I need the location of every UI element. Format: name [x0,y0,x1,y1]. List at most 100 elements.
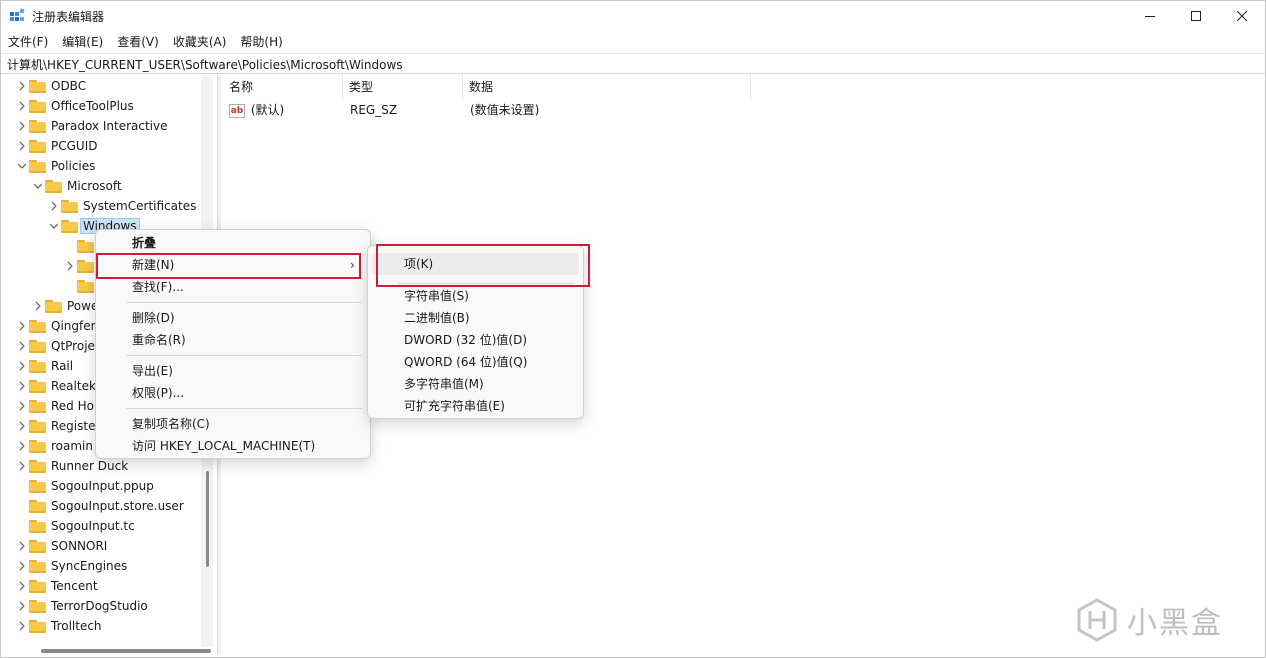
title-bar: 注册表编辑器 [1,1,1265,31]
expand-arrow-icon[interactable] [15,136,29,156]
tree-item[interactable]: Rail [15,356,73,376]
expand-arrow-icon[interactable] [15,576,29,596]
expand-arrow-icon[interactable] [15,76,29,96]
menu-export[interactable]: 导出(E) [100,360,366,382]
tree-item-label: Registe [51,419,96,433]
minimize-icon [1144,15,1155,17]
tree-item[interactable]: ODBC [15,76,86,96]
expand-arrow-icon[interactable] [15,96,29,116]
tree-item[interactable]: Paradox Interactive [15,116,167,136]
menu-help[interactable]: 帮助(H) [233,32,289,52]
address-bar[interactable]: 计算机\HKEY_CURRENT_USER\Software\Policies\… [1,53,1265,74]
tree-item[interactable] [63,236,99,256]
menu-view[interactable]: 查看(V) [110,32,166,52]
menu-edit[interactable]: 编辑(E) [55,32,110,52]
folder-icon [29,359,46,373]
tree-item-label: ODBC [51,79,87,93]
address-path[interactable]: 计算机\HKEY_CURRENT_USER\Software\Policies\… [7,56,403,73]
tree-item[interactable]: SogouInput.store.user [15,496,184,516]
tree-item[interactable]: roamin [15,436,93,456]
expand-arrow-icon[interactable] [15,536,29,556]
column-header-type[interactable]: 类型 [343,75,463,99]
tree-item[interactable] [63,276,99,296]
collapse-arrow-icon[interactable] [31,176,45,196]
tree-item[interactable]: SogouInput.ppup [15,476,154,496]
tree-item[interactable]: Qingfer [15,316,96,336]
tree-item-label: SogouInput.tc [51,519,135,533]
expand-arrow-icon[interactable] [15,596,29,616]
close-button[interactable] [1219,1,1265,31]
menu-favorites[interactable]: 收藏夹(A) [166,32,234,52]
tree-item[interactable]: OfficeToolPlus [15,96,134,116]
tree-item[interactable]: Trolltech [15,616,102,636]
string-value-icon: ab [229,103,245,118]
maximize-icon [1190,10,1201,21]
expand-arrow-icon[interactable] [15,436,29,456]
menu-copy-key-name[interactable]: 复制项名称(C) [100,413,366,435]
expand-arrow-icon[interactable] [15,556,29,576]
tree-item[interactable]: TerrorDogStudio [15,596,148,616]
column-header-name[interactable]: 名称 [223,75,343,99]
expand-arrow-icon[interactable] [15,356,29,376]
folder-icon [29,139,46,153]
tree-scrollbar-thumb[interactable] [206,471,209,567]
tree-item[interactable]: PCGUID [15,136,97,156]
menu-delete[interactable]: 删除(D) [100,307,366,329]
submenu-string-value[interactable]: 字符串值(S) [372,285,579,307]
menu-rename[interactable]: 重命名(R) [100,329,366,351]
tree-item[interactable]: Red Ho [15,396,94,416]
tree-item[interactable]: SONNORI [15,536,107,556]
tree-item[interactable]: Policies [15,156,95,176]
collapse-arrow-icon[interactable] [47,216,61,236]
tree-item[interactable]: SogouInput.tc [15,516,135,536]
expand-arrow-icon[interactable] [15,416,29,436]
tree-item[interactable]: Registe [15,416,95,436]
tree-item-label: SogouInput.ppup [51,479,154,493]
tree-item-label: Qingfer [51,319,96,333]
expand-arrow-icon[interactable] [15,376,29,396]
minimize-button[interactable] [1127,1,1173,31]
expand-arrow-icon[interactable] [15,116,29,136]
expand-arrow-icon[interactable] [15,396,29,416]
menu-goto-hklm[interactable]: 访问 HKEY_LOCAL_MACHINE(T) [100,435,366,457]
collapse-arrow-icon[interactable] [15,156,29,176]
submenu-multi-string-value[interactable]: 多字符串值(M) [372,373,579,395]
submenu-expandable-string-value[interactable]: 可扩充字符串值(E) [372,395,579,417]
submenu-dword-value[interactable]: DWORD (32 位)值(D) [372,329,579,351]
menu-find[interactable]: 查找(F)... [100,276,366,298]
expand-arrow-icon[interactable] [15,456,29,476]
tree-item[interactable]: Realtek [15,376,96,396]
tree-item[interactable]: Microsoft [31,176,122,196]
tree-item[interactable]: Powe [31,296,98,316]
maximize-button[interactable] [1173,1,1219,31]
tree-item[interactable]: Runner Duck [15,456,128,476]
tree-item[interactable]: QtProje [15,336,95,356]
tree-item[interactable]: SystemCertificates [47,196,196,216]
submenu-qword-value[interactable]: QWORD (64 位)值(Q) [372,351,579,373]
tree-horizontal-scrollbar[interactable] [41,649,211,653]
expand-arrow-icon[interactable] [15,616,29,636]
menu-file[interactable]: 文件(F) [1,32,55,52]
tree-item[interactable]: SyncEngines [15,556,127,576]
expand-arrow-icon[interactable] [47,196,61,216]
expand-arrow-icon[interactable] [15,336,29,356]
expand-arrow-icon[interactable] [31,296,45,316]
tree-item[interactable] [63,256,99,276]
submenu-binary-value[interactable]: 二进制值(B) [372,307,579,329]
menu-permissions[interactable]: 权限(P)... [100,382,366,404]
expand-arrow-icon[interactable] [63,256,77,276]
folder-icon [29,339,46,353]
tree-item-label: QtProje [51,339,95,353]
highlight-box-key [376,244,590,287]
menu-collapse[interactable]: 折叠 [100,232,366,254]
folder-icon [29,499,46,513]
tree-item[interactable]: Tencent [15,576,98,596]
value-row[interactable]: ab (默认) [229,100,284,120]
menu-separator [126,302,362,303]
column-header-data[interactable]: 数据 [463,75,751,99]
expand-arrow-icon[interactable] [15,316,29,336]
tree-item-label: SogouInput.store.user [51,499,184,513]
folder-icon [29,619,46,633]
